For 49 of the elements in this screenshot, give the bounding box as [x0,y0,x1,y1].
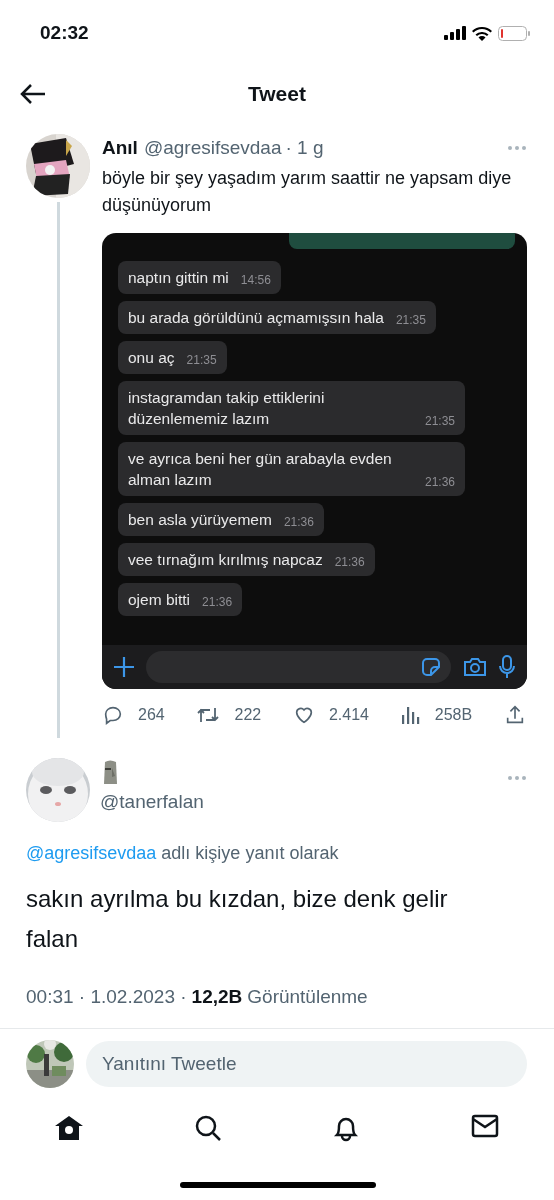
message-time: 21:35 [395,311,426,328]
action-count: 258B [434,704,473,725]
message-text: ve ayrıca beni her gün arabayla evden alman lazım [128,448,393,490]
message-time: 21:36 [283,513,314,530]
page-title: Tweet [248,81,306,108]
tweet-text: böyle bir şey yaşadım yarım saattir ne yapsam diye düşünüyorum [102,166,513,217]
microphone-icon[interactable] [499,654,515,679]
views-label: Görüntülenme [247,985,368,1009]
sticker-icon[interactable] [421,656,441,677]
battery-icon [498,25,530,41]
reply-handle[interactable]: @tanerfalan [100,788,508,817]
author-name[interactable]: Anıl [102,134,138,163]
camera-icon[interactable] [463,656,487,677]
action-count: 2.414 [328,704,369,725]
message-time: 14:56 [240,271,271,288]
message-text: instagramdan takip ettiklerini düzenlememiz lazım [128,387,326,429]
message-input[interactable] [146,650,451,683]
action-count: 264 [138,704,165,725]
statue-icon [102,760,119,786]
signal-icon [444,26,466,40]
message-text: ojem bitti [128,589,191,610]
status-time: 02:32 [40,20,89,45]
message-time: 21:35 [186,351,217,368]
action-count: 222 [234,704,262,725]
back-arrow-icon[interactable] [20,83,46,105]
message-text: bu arada görüldünü açmamışsın hala [128,307,384,328]
view-count: 12,2B [191,985,243,1009]
mail-icon[interactable] [470,1113,499,1138]
author-handle[interactable]: @agresifsevdaa [143,134,282,163]
avatar[interactable] [26,1039,74,1088]
home-icon[interactable] [54,1113,85,1142]
timestamp: 00:31 · 1.02.2023 · [26,985,187,1009]
search-icon[interactable] [193,1113,222,1142]
message-time: 21:35 [425,412,456,429]
message-text: naptın gittin mi [128,267,229,288]
reply-note: adlı kişiye yanıt olarak [161,842,339,865]
chart-icon[interactable] [400,704,421,725]
message-time: 21:36 [334,553,365,570]
tweet-age: · 1 g [285,136,324,160]
message-text: onu aç [128,347,175,368]
message-time: 21:36 [202,593,233,610]
reply-field[interactable]: Yanıtını Tweetle [86,1040,527,1087]
chat-screenshot[interactable] [102,232,527,689]
message-text: ben asla yürüyemem [128,509,272,530]
reply-text: sakın ayrılma bu kızdan, bize denk gelir falan [26,884,449,954]
wifi-icon [472,25,492,41]
plus-icon[interactable] [114,656,134,677]
message-time: 21:36 [425,473,456,490]
message-text: vee tırnağım kırılmış napcaz [128,549,323,570]
